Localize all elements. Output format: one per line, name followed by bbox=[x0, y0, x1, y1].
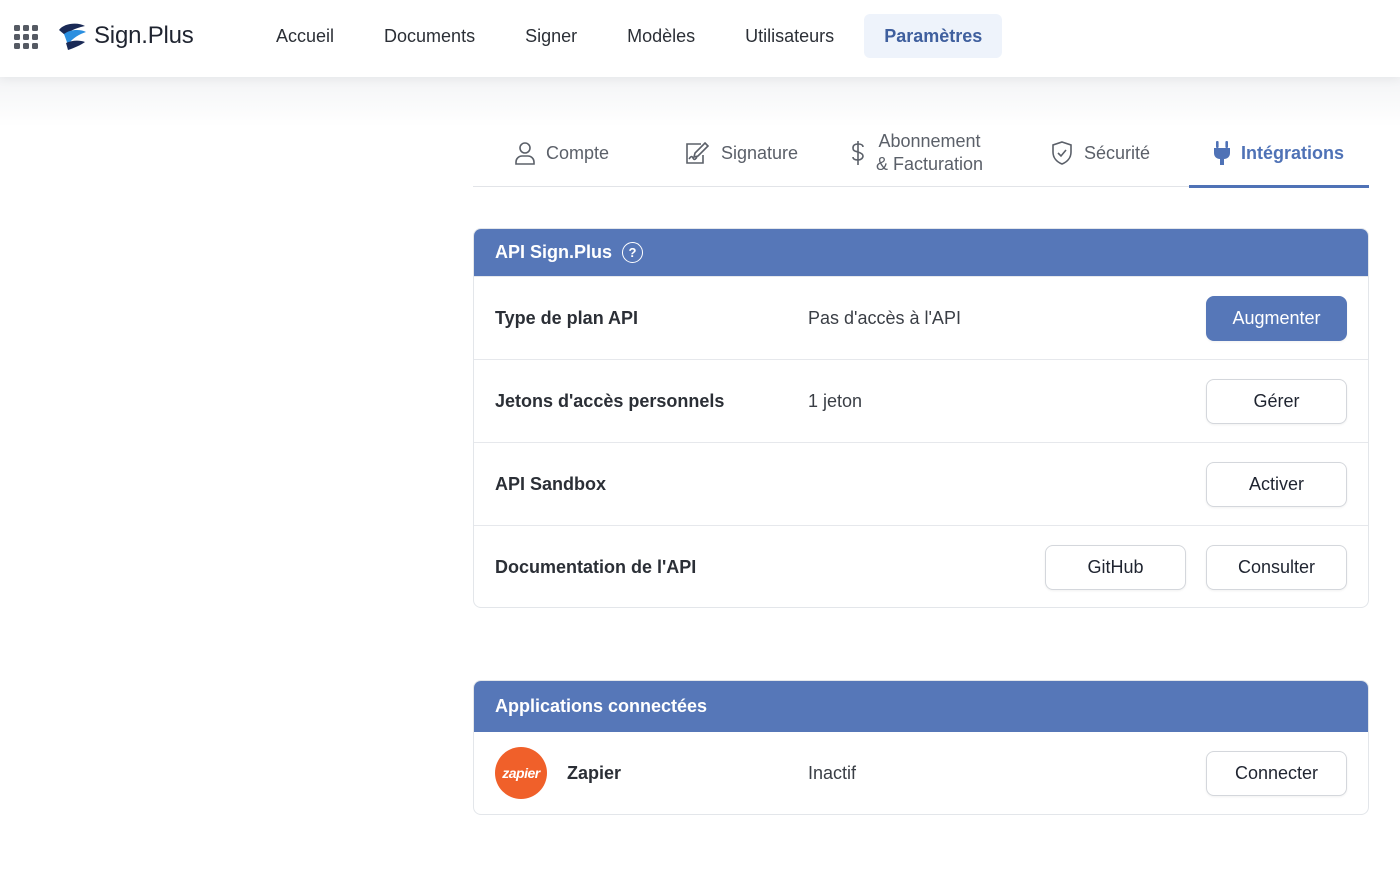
tab-securite[interactable]: Sécurité bbox=[1050, 120, 1150, 186]
tab-signature[interactable]: Signature bbox=[685, 120, 798, 186]
tab-label-line2: & Facturation bbox=[876, 154, 984, 174]
tab-label: Compte bbox=[546, 142, 610, 163]
api-card-title: API Sign.Plus bbox=[495, 242, 613, 262]
api-docs-row: Documentation de l'API GitHub Consulter bbox=[474, 525, 1368, 607]
connected-apps-title: Applications connectées bbox=[495, 696, 708, 716]
tab-label-line1: Abonnement bbox=[878, 131, 981, 151]
main-nav: Accueil Documents Signer Modèles Utilisa… bbox=[256, 14, 1012, 58]
connect-zapier-button[interactable]: Connecter bbox=[1206, 751, 1347, 796]
tab-compte[interactable]: Compte bbox=[514, 120, 609, 186]
row-value: Pas d'accès à l'API bbox=[808, 307, 961, 328]
shield-icon bbox=[1052, 141, 1072, 165]
tab-label: Intégrations bbox=[1241, 142, 1345, 163]
github-button[interactable]: GitHub bbox=[1045, 545, 1186, 590]
nav-item-accueil[interactable]: Accueil bbox=[256, 14, 354, 58]
nav-item-parametres[interactable]: Paramètres bbox=[864, 14, 1003, 58]
plug-icon bbox=[1214, 141, 1230, 165]
dollar-icon bbox=[852, 141, 864, 165]
connected-apps-card: Applications connectées zapier Zapier In… bbox=[473, 680, 1369, 815]
nav-item-utilisateurs[interactable]: Utilisateurs bbox=[725, 14, 854, 58]
activate-sandbox-button[interactable]: Activer bbox=[1206, 462, 1347, 507]
top-navigation-bar: Sign.Plus Accueil Documents Signer Modèl… bbox=[0, 0, 1400, 77]
row-label: Documentation de l'API bbox=[495, 556, 697, 577]
tab-abonnement-facturation[interactable]: Abonnement & Facturation bbox=[850, 120, 983, 186]
row-label: Type de plan API bbox=[495, 307, 639, 328]
api-sandbox-row: API Sandbox Activer bbox=[474, 442, 1368, 525]
upgrade-button[interactable]: Augmenter bbox=[1206, 296, 1347, 341]
api-card-header: API Sign.Plus ? bbox=[474, 229, 1368, 276]
api-plan-row: Type de plan API Pas d'accès à l'API Aug… bbox=[474, 276, 1368, 359]
app-status: Inactif bbox=[808, 762, 857, 783]
manage-tokens-button[interactable]: Gérer bbox=[1206, 379, 1347, 424]
nav-item-documents[interactable]: Documents bbox=[364, 14, 495, 58]
connected-apps-header: Applications connectées bbox=[474, 681, 1368, 732]
settings-tabs: Compte Signature Abonnement & Facturatio… bbox=[473, 120, 1369, 188]
tab-integrations[interactable]: Intégrations bbox=[1213, 120, 1344, 186]
app-name: Zapier bbox=[567, 762, 622, 783]
access-tokens-row: Jetons d'accès personnels 1 jeton Gérer bbox=[474, 359, 1368, 442]
nav-item-modeles[interactable]: Modèles bbox=[607, 14, 715, 58]
tab-label: Signature bbox=[721, 142, 799, 163]
app-grid-icon[interactable] bbox=[14, 25, 38, 49]
user-icon bbox=[515, 142, 535, 165]
zapier-row: zapier Zapier Inactif Connecter bbox=[474, 732, 1368, 814]
logo-text: Sign.Plus bbox=[94, 22, 194, 49]
active-tab-indicator bbox=[1189, 185, 1369, 188]
tab-label: Sécurité bbox=[1084, 142, 1151, 163]
zapier-logo-icon: zapier bbox=[495, 747, 547, 799]
sign-plus-logo-icon bbox=[59, 23, 86, 50]
signature-icon bbox=[686, 141, 710, 164]
row-value: 1 jeton bbox=[808, 390, 863, 411]
tab-label: Abonnement & Facturation bbox=[876, 130, 983, 176]
row-label: Jetons d'accès personnels bbox=[495, 390, 725, 411]
logo[interactable]: Sign.Plus bbox=[56, 20, 194, 52]
consult-docs-button[interactable]: Consulter bbox=[1206, 545, 1347, 590]
api-card: API Sign.Plus ? Type de plan API Pas d'a… bbox=[473, 228, 1369, 608]
help-icon[interactable]: ? bbox=[622, 242, 644, 263]
row-label: API Sandbox bbox=[495, 473, 607, 494]
nav-item-signer[interactable]: Signer bbox=[505, 14, 597, 58]
